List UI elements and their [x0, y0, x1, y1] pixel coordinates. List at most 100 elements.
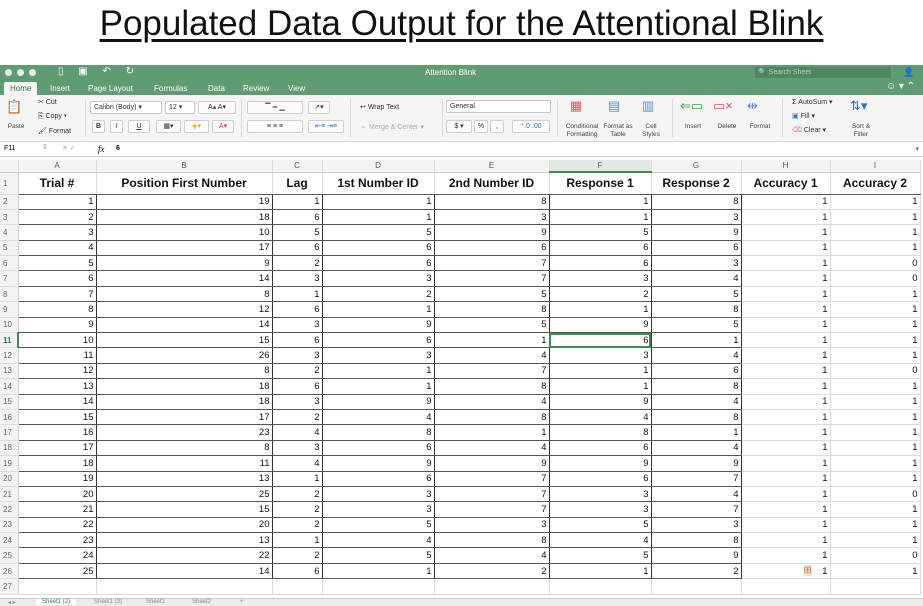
sheet-tab-active[interactable]: Sheet1 (2): [36, 599, 77, 605]
quick-access-toolbar[interactable]: ▯ ▣ ↶ ↻: [58, 66, 140, 77]
format-painter-button[interactable]: 🖌 Format: [38, 127, 71, 135]
cell[interactable]: 9: [549, 394, 652, 410]
column-header-b[interactable]: B: [96, 160, 273, 173]
row-header[interactable]: 27: [0, 578, 19, 595]
bold-button[interactable]: B: [92, 120, 105, 133]
cell[interactable]: 3: [322, 270, 435, 287]
cell[interactable]: 3: [549, 501, 652, 518]
cell[interactable]: 9: [549, 455, 652, 472]
cell[interactable]: 8: [434, 194, 550, 210]
number-format-select[interactable]: General: [446, 100, 551, 113]
cell[interactable]: 9: [322, 394, 435, 410]
cell[interactable]: 1: [741, 224, 831, 241]
autosum-button[interactable]: Σ AutoSum ▾: [792, 98, 833, 106]
name-box-stepper[interactable]: ⇕: [42, 143, 48, 151]
cell[interactable]: 12: [18, 363, 97, 380]
cell[interactable]: 1: [830, 532, 921, 549]
row-header[interactable]: 2: [0, 194, 19, 210]
cell[interactable]: [741, 578, 831, 595]
cell[interactable]: 5: [434, 317, 550, 334]
cell[interactable]: 1: [741, 347, 831, 364]
cell[interactable]: [434, 578, 550, 595]
cell[interactable]: 23: [96, 424, 273, 441]
cell[interactable]: 16: [18, 424, 97, 441]
copy-button[interactable]: ⎘ Copy ▾: [38, 113, 67, 121]
cell[interactable]: 0: [830, 547, 921, 564]
cell[interactable]: 2: [272, 255, 323, 272]
row-header[interactable]: 14: [0, 378, 19, 395]
share-icon[interactable]: 👤: [903, 67, 914, 78]
cell[interactable]: 1: [741, 486, 831, 503]
cell[interactable]: 6: [272, 240, 323, 257]
cell[interactable]: 7: [434, 471, 550, 487]
cell[interactable]: 1: [830, 209, 921, 226]
cell[interactable]: 1: [272, 286, 323, 303]
cell[interactable]: 8: [651, 378, 742, 395]
cell[interactable]: 7: [434, 501, 550, 518]
cell[interactable]: 9: [651, 455, 742, 472]
column-title[interactable]: Trial #: [18, 172, 97, 195]
cell[interactable]: 5: [18, 255, 97, 272]
cell[interactable]: 5: [651, 317, 742, 334]
cell[interactable]: 6: [272, 301, 323, 318]
cell[interactable]: 8: [651, 194, 742, 210]
row-header[interactable]: 23: [0, 517, 19, 534]
cell[interactable]: 19: [18, 471, 97, 487]
cell-styles-icon[interactable]: ▥: [642, 98, 654, 114]
row-header[interactable]: 6: [0, 255, 19, 272]
column-header-e[interactable]: E: [434, 160, 550, 173]
cell[interactable]: 1: [830, 317, 921, 334]
cell[interactable]: 4: [651, 270, 742, 287]
column-header-i[interactable]: I: [830, 160, 921, 173]
cell[interactable]: 1: [741, 363, 831, 380]
cell[interactable]: 3: [651, 517, 742, 534]
cell[interactable]: 7: [651, 501, 742, 518]
cell[interactable]: 1: [272, 471, 323, 487]
formula-input[interactable]: 6: [116, 145, 120, 152]
cell[interactable]: 2: [651, 563, 742, 580]
cell[interactable]: 1: [434, 332, 550, 349]
cell[interactable]: 1: [741, 517, 831, 534]
row-header[interactable]: 7: [0, 270, 19, 287]
cell[interactable]: 6: [651, 363, 742, 380]
cell[interactable]: 8: [18, 301, 97, 318]
cell[interactable]: 4: [651, 347, 742, 364]
cell[interactable]: 18: [18, 455, 97, 472]
cell[interactable]: 7: [434, 270, 550, 287]
cell[interactable]: 2: [322, 286, 435, 303]
cell[interactable]: 25: [18, 563, 97, 580]
cell[interactable]: 8: [434, 409, 550, 426]
cell[interactable]: 3: [322, 486, 435, 503]
name-box[interactable]: F11: [4, 145, 16, 152]
cell[interactable]: 3: [651, 209, 742, 226]
row-header[interactable]: 5: [0, 240, 19, 257]
cell[interactable]: 1: [830, 347, 921, 364]
insert-cells-icon[interactable]: ⇐▭: [680, 98, 703, 114]
cell[interactable]: 8: [651, 409, 742, 426]
cell[interactable]: 6: [322, 332, 435, 349]
cell[interactable]: 2: [549, 286, 652, 303]
cell[interactable]: 7: [651, 471, 742, 487]
currency-button[interactable]: $ ▾: [446, 120, 472, 133]
cell[interactable]: 0: [830, 486, 921, 503]
column-title[interactable]: 1st Number ID: [322, 172, 435, 195]
cell[interactable]: 11: [18, 347, 97, 364]
cell[interactable]: 3: [18, 224, 97, 241]
cell[interactable]: 1: [830, 286, 921, 303]
cell[interactable]: 5: [549, 517, 652, 534]
cell[interactable]: [830, 578, 921, 595]
cell[interactable]: 5: [549, 547, 652, 564]
cell[interactable]: 15: [96, 332, 273, 349]
cell[interactable]: 1: [830, 440, 921, 457]
conditional-formatting-icon[interactable]: ▦: [570, 98, 582, 114]
cell[interactable]: 1: [830, 409, 921, 426]
select-all-corner[interactable]: [0, 160, 19, 173]
cell[interactable]: 18: [96, 378, 273, 395]
cell[interactable]: 9: [322, 317, 435, 334]
cell[interactable]: 6: [272, 378, 323, 395]
cell[interactable]: 1: [741, 378, 831, 395]
clear-button[interactable]: ⌫ Clear ▾: [792, 126, 826, 134]
cell[interactable]: 9: [434, 455, 550, 472]
conditional-formatting-button[interactable]: Conditional Formatting: [560, 123, 604, 139]
cell[interactable]: 15: [18, 409, 97, 426]
